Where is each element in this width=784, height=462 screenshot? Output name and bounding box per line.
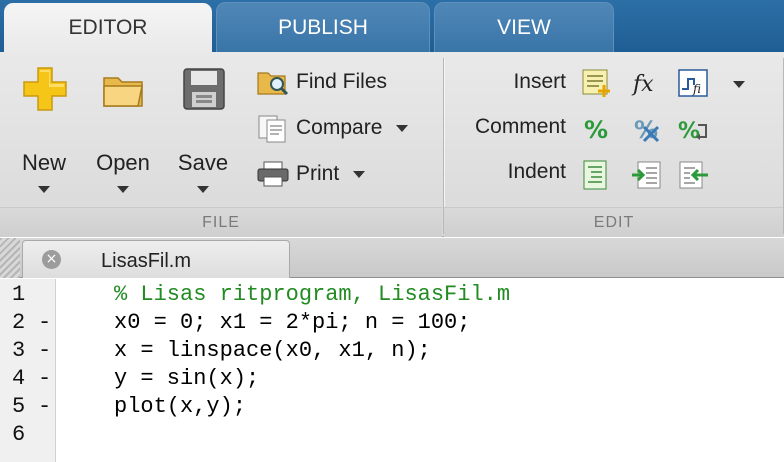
- uncomment-icon[interactable]: %: [630, 113, 664, 145]
- code-line[interactable]: 4 - y = sin(x);: [0, 365, 784, 393]
- code-text[interactable]: x = linspace(x0, x1, n);: [114, 337, 431, 365]
- edit-section-title: EDIT: [444, 207, 784, 237]
- code-line[interactable]: 5 - plot(x,y);: [0, 393, 784, 421]
- compare-icon: [258, 115, 286, 143]
- breakpoint-marker[interactable]: -: [38, 337, 51, 365]
- printer-icon: [257, 161, 289, 187]
- line-number: 6: [12, 422, 26, 447]
- find-files-icon: [257, 72, 289, 96]
- code-text[interactable]: y = sin(x);: [114, 365, 259, 393]
- line-number: 2: [12, 310, 26, 335]
- comment-label: Comment: [474, 115, 566, 138]
- compare-label: Compare: [296, 116, 383, 139]
- open-dropdown-arrow[interactable]: [117, 186, 129, 193]
- line-number: 3: [12, 338, 26, 363]
- code-line[interactable]: 2 - x0 = 0; x1 = 2*pi; n = 100;: [0, 309, 784, 337]
- breakpoint-marker[interactable]: -: [38, 309, 51, 337]
- insert-dropdown-arrow[interactable]: [733, 81, 745, 88]
- line-number: 1: [12, 282, 26, 307]
- code-text[interactable]: % Lisas ritprogram, LisasFil.m: [114, 281, 510, 309]
- find-files-label: Find Files: [296, 70, 388, 93]
- code-line[interactable]: 3 - x = linspace(x0, x1, n);: [0, 337, 784, 365]
- code-line[interactable]: 1 % Lisas ritprogram, LisasFil.m: [0, 281, 784, 309]
- svg-text:fi: fi: [692, 82, 701, 96]
- toolstrip-tab-bar: EDITOR PUBLISH VIEW: [0, 0, 784, 53]
- tab-editor[interactable]: EDITOR: [4, 3, 212, 53]
- code-line[interactable]: 6: [0, 421, 784, 449]
- decrease-indent-icon[interactable]: [676, 159, 710, 191]
- code-text[interactable]: plot(x,y);: [114, 393, 246, 421]
- drag-grip-handle[interactable]: [0, 238, 20, 278]
- tab-view[interactable]: VIEW: [434, 2, 614, 52]
- compare-button[interactable]: Compare: [256, 110, 409, 146]
- new-label: New: [21, 150, 66, 175]
- svg-text:%: %: [678, 119, 700, 144]
- new-button[interactable]: New: [14, 62, 74, 193]
- code-editor[interactable]: 1 % Lisas ritprogram, LisasFil.m 2 - x0 …: [0, 279, 784, 462]
- new-dropdown-arrow[interactable]: [38, 186, 50, 193]
- tab-publish[interactable]: PUBLISH: [216, 2, 430, 52]
- save-label: Save: [177, 150, 229, 175]
- breakpoint-marker[interactable]: -: [38, 393, 51, 421]
- open-button[interactable]: Open: [93, 62, 153, 193]
- document-tab-lisasfil[interactable]: × LisasFil.m: [22, 240, 290, 278]
- breakpoint-marker[interactable]: -: [38, 365, 51, 393]
- open-label: Open: [96, 150, 150, 175]
- insert-label: Insert: [513, 70, 566, 93]
- document-tab-label: LisasFil.m: [101, 250, 192, 272]
- folder-icon: [103, 77, 143, 107]
- find-files-button[interactable]: Find Files: [256, 64, 387, 100]
- insert-file-icon[interactable]: fi: [676, 67, 710, 99]
- insert-section-icon[interactable]: [580, 67, 614, 99]
- smart-indent-icon[interactable]: [580, 159, 614, 191]
- document-tab-bar: × LisasFil.m: [0, 238, 784, 278]
- insert-function-icon[interactable]: fx: [630, 67, 664, 99]
- editor-ribbon: New Open Save Find Files Compare Print F…: [0, 52, 784, 237]
- svg-text:%: %: [584, 116, 608, 144]
- print-dropdown-arrow[interactable]: [353, 170, 366, 178]
- save-button[interactable]: Save: [173, 62, 233, 193]
- increase-indent-icon[interactable]: [630, 159, 664, 191]
- line-number: 5: [12, 394, 26, 419]
- line-number: 4: [12, 366, 26, 391]
- wrap-comments-icon[interactable]: %: [676, 113, 710, 145]
- compare-dropdown-arrow[interactable]: [396, 124, 409, 132]
- comment-icon[interactable]: %: [580, 113, 614, 145]
- close-tab-icon[interactable]: ×: [42, 250, 61, 269]
- svg-text:fx: fx: [631, 72, 654, 97]
- file-section-title: FILE: [0, 207, 442, 237]
- print-button[interactable]: Print: [256, 156, 366, 192]
- print-label: Print: [296, 162, 340, 185]
- indent-label: Indent: [507, 160, 566, 183]
- new-icon: [23, 67, 67, 111]
- floppy-disk-icon: [183, 68, 225, 110]
- code-text[interactable]: x0 = 0; x1 = 2*pi; n = 100;: [114, 309, 470, 337]
- save-dropdown-arrow[interactable]: [197, 186, 209, 193]
